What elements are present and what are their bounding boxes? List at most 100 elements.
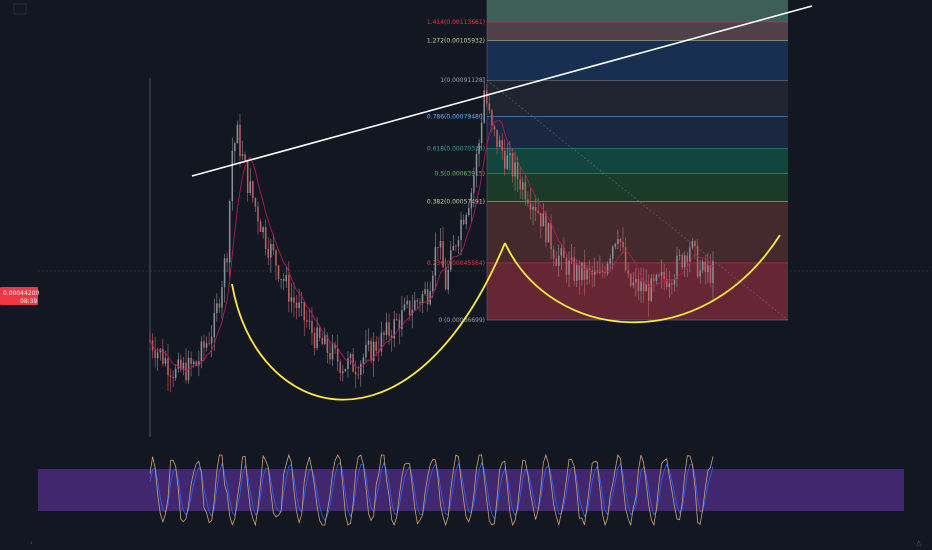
- candle-body: [542, 213, 545, 227]
- fib-zone: [487, 201, 788, 263]
- candle-body: [475, 153, 478, 176]
- candle-body: [650, 278, 653, 301]
- fib-zone: [487, 262, 788, 320]
- candle-body: [478, 143, 480, 154]
- candle-body: [285, 275, 288, 282]
- candle-body: [629, 273, 632, 286]
- scroll-left-icon[interactable]: ‹: [30, 539, 33, 547]
- candle-body: [462, 219, 465, 225]
- candle-body: [354, 371, 357, 375]
- candle-body: [270, 244, 272, 258]
- candle-body: [712, 261, 714, 283]
- candle-body: [316, 327, 318, 348]
- candle-body: [416, 300, 419, 302]
- candle-body: [557, 255, 560, 266]
- candle-body: [642, 281, 645, 292]
- candle-body: [455, 245, 457, 247]
- fib-zone: [487, 0, 788, 22]
- candle-body: [555, 258, 557, 266]
- candle-body: [545, 213, 547, 243]
- candle-body: [632, 282, 635, 286]
- candle-body: [293, 297, 295, 303]
- candle-body: [252, 181, 254, 199]
- candle-body: [262, 227, 264, 233]
- candle-body: [367, 340, 370, 345]
- candle-body: [493, 125, 496, 130]
- candle-body: [578, 265, 581, 281]
- candle-body: [611, 246, 614, 259]
- candle-body: [324, 335, 326, 345]
- candle-body: [174, 368, 177, 379]
- candle-body: [213, 313, 216, 337]
- candle-body: [370, 340, 372, 362]
- candle-body: [568, 260, 570, 275]
- candle-body: [419, 301, 421, 304]
- candle-body: [234, 143, 236, 151]
- candle-body: [164, 358, 167, 364]
- candle-body: [347, 358, 349, 369]
- candle-body: [339, 361, 342, 374]
- candle-body: [709, 265, 712, 283]
- candle-body: [298, 302, 300, 309]
- candle-body: [362, 357, 365, 364]
- candle-body: [241, 154, 244, 157]
- candle-body: [280, 278, 282, 280]
- expand-corner-icon[interactable]: △: [916, 539, 922, 547]
- candle-body: [537, 210, 539, 214]
- candle-body: [218, 303, 221, 308]
- candle-body: [264, 227, 267, 249]
- candle-body: [586, 268, 588, 280]
- candle-body: [444, 267, 447, 290]
- candle-body: [228, 201, 231, 263]
- candle-body: [465, 215, 467, 225]
- candle-body: [267, 248, 270, 258]
- candle-body: [396, 319, 398, 320]
- candle-body: [575, 265, 578, 281]
- candle-body: [365, 344, 367, 358]
- candle-body: [329, 352, 331, 360]
- candle-body: [614, 243, 617, 247]
- candle-body: [539, 213, 542, 227]
- candle-body: [660, 272, 663, 276]
- candle-body: [257, 206, 259, 222]
- candle-body: [249, 181, 252, 194]
- candle-body: [424, 289, 426, 294]
- candle-body: [516, 162, 519, 180]
- candle-body: [434, 247, 437, 276]
- candle-body: [606, 263, 609, 274]
- candle-body: [509, 153, 511, 156]
- candle-body: [442, 241, 444, 268]
- candle-body: [470, 192, 473, 209]
- candle-body: [360, 363, 362, 375]
- candle-body: [686, 255, 689, 262]
- candle-body: [707, 265, 709, 272]
- candle-body: [521, 182, 524, 190]
- candle-body: [694, 241, 696, 246]
- candle-body: [226, 258, 228, 263]
- candle-body: [529, 203, 532, 210]
- candle-body: [498, 140, 501, 147]
- candle-body: [344, 368, 347, 372]
- chart-canvas[interactable]: 0 (0.00036699)0.236(0.00045564)0.382(0.0…: [0, 0, 932, 550]
- candle-body: [527, 199, 529, 204]
- candle-body: [403, 304, 406, 311]
- fib-zone: [487, 80, 788, 117]
- candle-body: [154, 350, 156, 359]
- fib-zone: [487, 173, 788, 202]
- fib-retracement[interactable]: [486, 0, 788, 321]
- candle-body: [447, 269, 449, 290]
- candle-body: [511, 153, 514, 177]
- candle-body: [645, 284, 647, 292]
- candle-body: [689, 247, 691, 262]
- candle-body: [216, 303, 218, 314]
- candle-body: [308, 320, 311, 322]
- candle-body: [295, 302, 298, 309]
- candle-body: [300, 301, 303, 303]
- candle-body: [460, 219, 462, 241]
- candle-body: [388, 322, 390, 336]
- candle-body: [432, 275, 434, 292]
- candle-body: [635, 279, 637, 283]
- fib-zone: [487, 116, 788, 149]
- candle-body: [534, 206, 537, 211]
- candle-body: [311, 320, 313, 334]
